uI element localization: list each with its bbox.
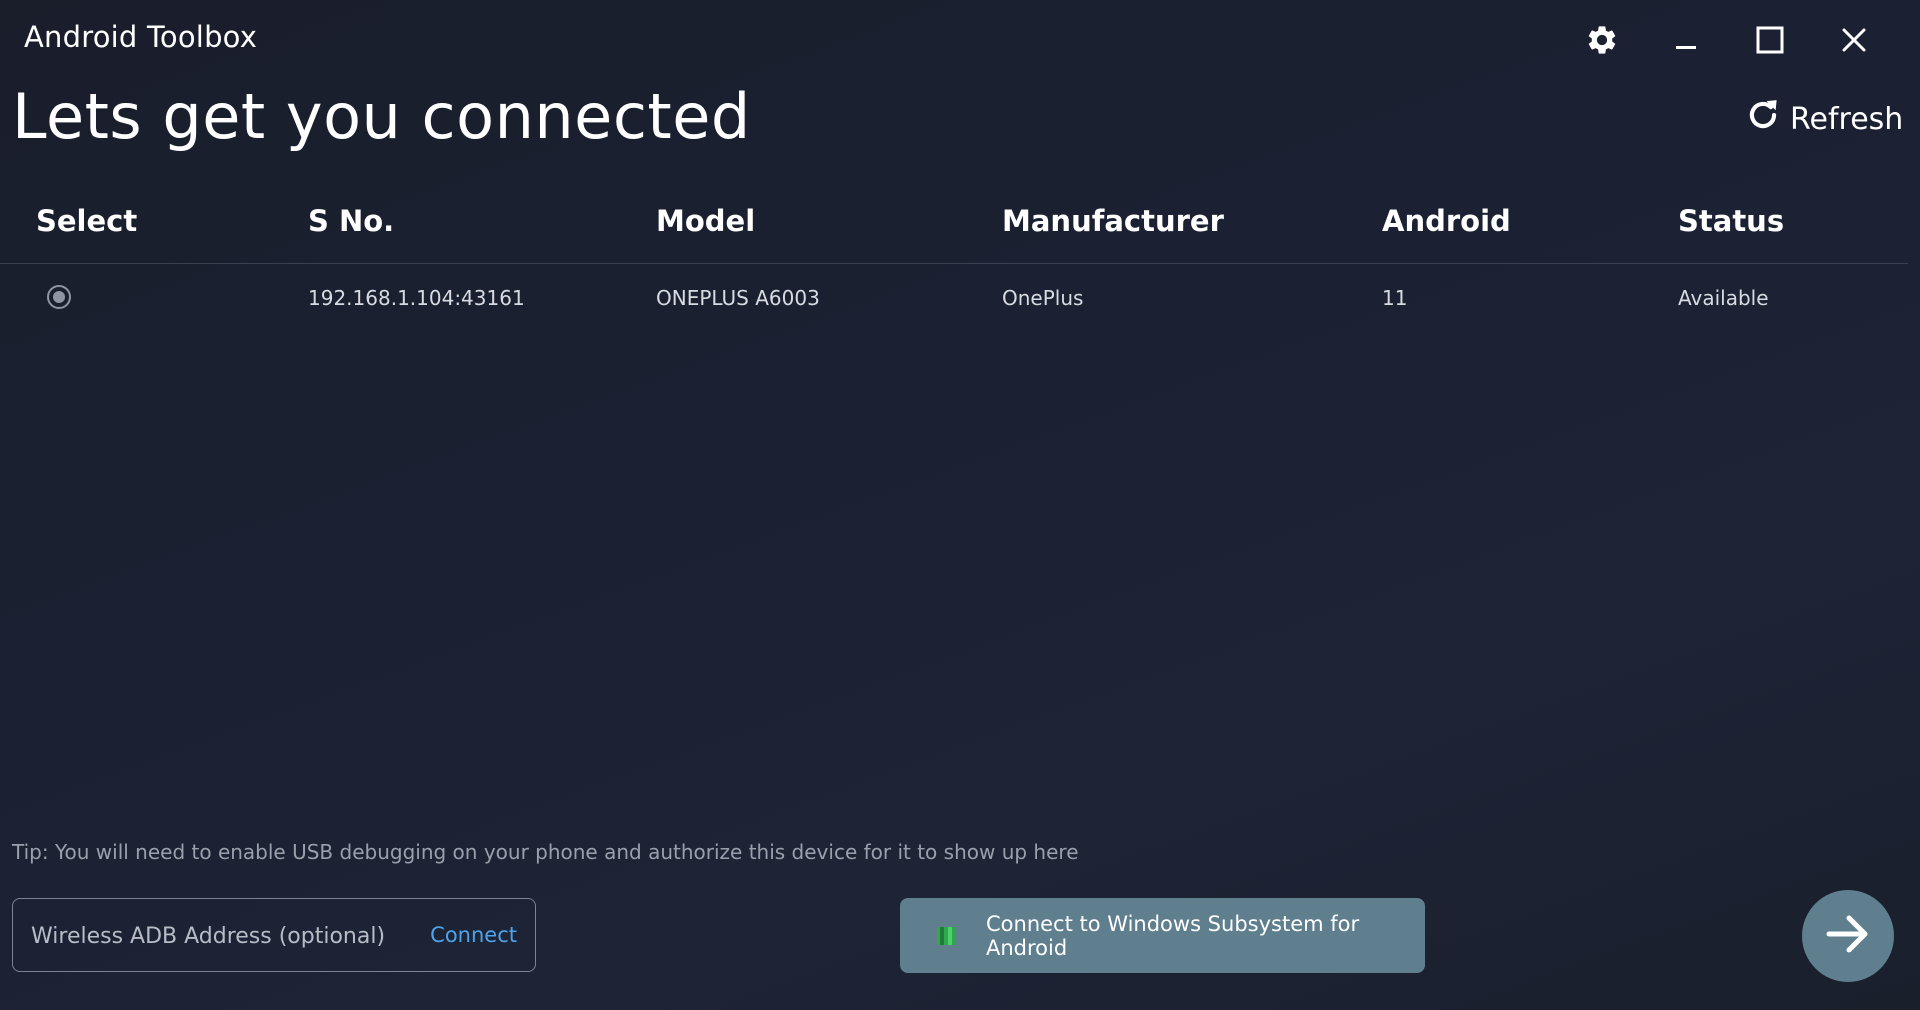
cell-manufacturer: OnePlus	[1002, 286, 1084, 310]
app-title: Android Toolbox	[24, 20, 258, 54]
table-header: Select S No. Model Manufacturer Android …	[0, 190, 1908, 264]
refresh-button[interactable]: Refresh	[1744, 98, 1903, 140]
cell-android: 11	[1382, 286, 1408, 310]
close-icon	[1841, 27, 1867, 53]
wireless-adb-field: Connect	[12, 898, 536, 972]
wireless-adb-input[interactable]	[29, 915, 393, 957]
table-row[interactable]: 192.168.1.104:43161 ONEPLUS A6003 OnePlu…	[0, 264, 1908, 334]
minimize-button[interactable]	[1664, 18, 1708, 62]
column-header-select: Select	[36, 204, 138, 238]
cell-status: Available	[1678, 286, 1769, 310]
radio-selected-dot	[53, 291, 65, 303]
cell-sno: 192.168.1.104:43161	[308, 286, 525, 310]
app-window: Android Toolbox Lets get you connected R…	[0, 0, 1920, 1010]
column-header-android: Android	[1382, 204, 1511, 238]
minimize-icon	[1674, 28, 1698, 52]
maximize-button[interactable]	[1748, 18, 1792, 62]
cell-model: ONEPLUS A6003	[656, 286, 820, 310]
refresh-label: Refresh	[1790, 101, 1904, 137]
windows-subsystem-icon	[936, 926, 956, 946]
connect-wsa-button[interactable]: Connect to Windows Subsystem for Android	[900, 898, 1425, 973]
title-bar: Android Toolbox	[0, 0, 1920, 78]
refresh-icon	[1744, 96, 1782, 142]
page-title: Lets get you connected	[12, 80, 751, 153]
device-table: Select S No. Model Manufacturer Android …	[0, 190, 1908, 334]
maximize-icon	[1755, 25, 1785, 55]
column-header-manufacturer: Manufacturer	[1002, 204, 1224, 238]
column-header-status: Status	[1678, 204, 1785, 238]
gear-icon	[1585, 23, 1619, 57]
settings-button[interactable]	[1580, 18, 1624, 62]
device-select-radio[interactable]	[47, 285, 71, 309]
column-header-sno: S No.	[308, 204, 395, 238]
close-button[interactable]	[1832, 18, 1876, 62]
tip-text: Tip: You will need to enable USB debuggi…	[12, 840, 1079, 864]
wsa-button-label: Connect to Windows Subsystem for Android	[986, 911, 1360, 960]
column-header-model: Model	[656, 204, 756, 238]
next-button[interactable]	[1802, 890, 1894, 982]
arrow-right-icon	[1823, 909, 1873, 963]
connect-button[interactable]: Connect	[430, 923, 517, 947]
